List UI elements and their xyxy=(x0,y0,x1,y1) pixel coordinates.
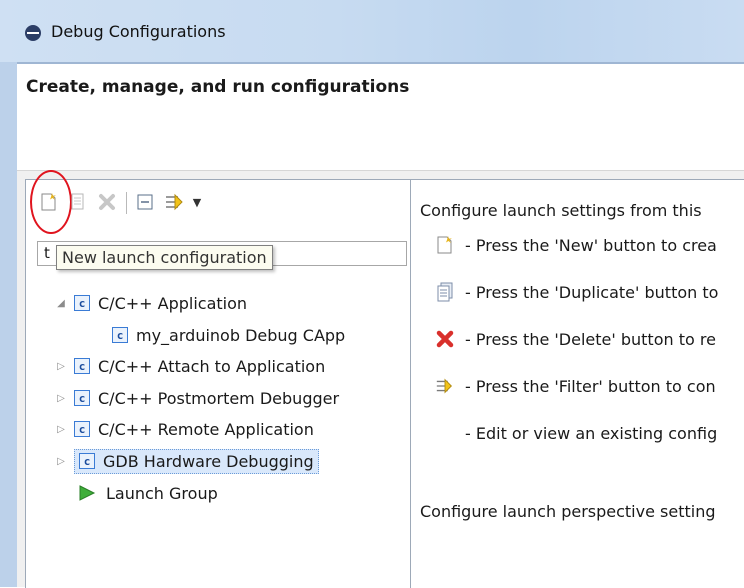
tree-item-label: Launch Group xyxy=(106,483,218,503)
page-title: Create, manage, and run configurations xyxy=(26,77,410,97)
collapsed-arrow-icon[interactable]: ▷ xyxy=(54,391,68,405)
tree-item-label: C/C++ Attach to Application xyxy=(98,356,326,376)
collapse-all-button[interactable] xyxy=(134,190,156,214)
help-line-duplicate: - Press the 'Duplicate' button to xyxy=(435,282,718,302)
help-line-edit: - Edit or view an existing config xyxy=(435,423,717,443)
help-line-delete: - Press the 'Delete' button to re xyxy=(435,329,716,349)
new-icon xyxy=(437,236,452,254)
c-config-icon: c xyxy=(74,390,90,406)
tree-item-label: my_arduinob Debug CApp xyxy=(136,325,346,345)
tree-item-my-arduinob-debug-capp[interactable]: c my_arduinob Debug CApp xyxy=(112,321,345,349)
delete-icon xyxy=(99,194,115,210)
tree-item-label: C/C++ Postmortem Debugger xyxy=(98,388,340,408)
collapsed-arrow-icon[interactable]: ▷ xyxy=(54,422,68,436)
help-text: - Press the 'New' button to crea xyxy=(465,235,717,255)
tree-item-label: C/C++ Remote Application xyxy=(98,419,314,439)
collapsed-arrow-icon[interactable]: ▷ xyxy=(54,454,68,468)
c-config-icon: c xyxy=(74,295,90,311)
duplicate-button[interactable] xyxy=(68,190,90,214)
tree-item-cpp-postmortem[interactable]: ▷ c C/C++ Postmortem Debugger xyxy=(54,384,339,412)
delete-button[interactable] xyxy=(95,190,119,214)
tree-item-label: C/C++ Application xyxy=(98,293,248,313)
tooltip: New launch configuration xyxy=(56,245,273,270)
filter-icon xyxy=(166,193,183,211)
filter-icon xyxy=(436,378,453,394)
collapsed-arrow-icon[interactable]: ▷ xyxy=(54,359,68,373)
info-pane: Configure launch settings from this - Pr… xyxy=(410,179,744,588)
launch-group-icon xyxy=(79,485,96,501)
filter-button[interactable] xyxy=(162,190,188,214)
footer-text: Configure launch perspective setting xyxy=(420,502,716,521)
tree-item-cpp-application[interactable]: ◢ c C/C++ Application xyxy=(54,289,247,317)
configuration-tree-pane: ▼ t New launch configuration ◢ c C/C++ A… xyxy=(25,170,414,588)
dialog-header: Create, manage, and run configurations xyxy=(17,64,744,171)
filter-dropdown-arrow-icon[interactable]: ▼ xyxy=(190,190,204,214)
duplicate-icon xyxy=(437,282,453,302)
collapse-all-icon xyxy=(137,194,153,210)
tree-item-cpp-attach[interactable]: ▷ c C/C++ Attach to Application xyxy=(54,352,325,380)
window-title: Debug Configurations xyxy=(51,22,226,41)
delete-icon xyxy=(436,330,454,348)
tree-item-launch-group[interactable]: Launch Group xyxy=(78,479,218,507)
window-border xyxy=(0,62,17,587)
help-text: - Press the 'Filter' button to con xyxy=(465,376,716,396)
dialog-body: ▼ t New launch configuration ◢ c C/C++ A… xyxy=(17,170,744,588)
c-config-icon: c xyxy=(79,453,95,469)
tree-item-cpp-remote[interactable]: ▷ c C/C++ Remote Application xyxy=(54,415,314,443)
help-text: - Press the 'Duplicate' button to xyxy=(465,282,719,302)
debug-icon xyxy=(25,25,41,41)
c-config-icon: c xyxy=(112,327,128,343)
help-text: - Edit or view an existing config xyxy=(465,423,718,443)
c-config-icon: c xyxy=(74,421,90,437)
tree-item-label: GDB Hardware Debugging xyxy=(103,451,314,471)
toolbar-separator xyxy=(126,192,127,214)
c-config-icon: c xyxy=(74,358,90,374)
selected-item[interactable]: c GDB Hardware Debugging xyxy=(74,448,319,474)
duplicate-icon xyxy=(71,193,84,210)
expanded-arrow-icon[interactable]: ◢ xyxy=(54,296,68,310)
tree-item-gdb-hardware[interactable]: ▷ c GDB Hardware Debugging xyxy=(54,447,319,475)
intro-text: Configure launch settings from this xyxy=(420,201,702,220)
help-line-new: - Press the 'New' button to crea xyxy=(435,235,717,255)
help-text: - Press the 'Delete' button to re xyxy=(465,329,716,349)
help-line-filter: - Press the 'Filter' button to con xyxy=(435,376,716,396)
highlight-circle xyxy=(30,170,72,234)
title-bar: Debug Configurations xyxy=(0,0,744,62)
